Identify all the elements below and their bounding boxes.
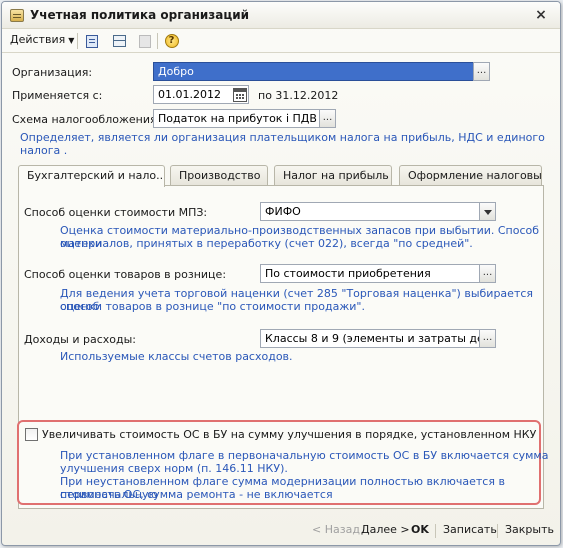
income-expenses-field[interactable]: Классы 8 и 9 (элементы и затраты деятел bbox=[260, 329, 481, 348]
income-expenses-hint: Используемые классы счетов расходов. bbox=[60, 350, 293, 363]
window-title: Учетная политика организаций bbox=[30, 8, 250, 22]
toolbar-divider bbox=[77, 33, 78, 49]
copy-icon bbox=[138, 34, 151, 48]
tab-accounting[interactable]: Бухгалтерский и нало... bbox=[18, 165, 165, 187]
close-icon[interactable]: × bbox=[532, 6, 550, 24]
income-expenses-select-button[interactable]: ... bbox=[479, 329, 496, 348]
date-to-label: по 31.12.2012 bbox=[258, 89, 339, 102]
next-button[interactable]: Далее > bbox=[361, 523, 410, 536]
actions-label: Действия bbox=[10, 33, 66, 46]
help-button[interactable]: ? bbox=[163, 33, 180, 49]
applies-from-label: Применяется с: bbox=[12, 89, 103, 102]
copy-button[interactable] bbox=[136, 33, 153, 49]
calendar-icon[interactable] bbox=[233, 88, 247, 102]
chevron-down-icon: ▼ bbox=[68, 36, 75, 45]
os-hint-line-1: При установленном флаге в первоначальную… bbox=[60, 449, 549, 462]
organization-label: Организация: bbox=[12, 66, 93, 79]
tax-scheme-select-button[interactable]: ... bbox=[319, 109, 336, 128]
table-view-button[interactable] bbox=[111, 33, 128, 49]
tab-tax-documents[interactable]: Оформление налоговы... bbox=[399, 165, 542, 186]
mpz-hint-line-2: материалов, принятых в переработку (счет… bbox=[60, 237, 473, 250]
document-post-icon bbox=[85, 34, 98, 48]
post-document-button[interactable] bbox=[83, 33, 100, 49]
tab-production[interactable]: Производство bbox=[170, 165, 268, 186]
table-icon bbox=[113, 35, 126, 47]
organization-field[interactable]: Добро bbox=[153, 62, 474, 81]
save-button[interactable]: Записать bbox=[443, 523, 497, 536]
footer-divider bbox=[497, 524, 498, 538]
footer-divider bbox=[435, 524, 436, 538]
retail-label: Способ оценки товаров в рознице: bbox=[24, 268, 227, 281]
toolbar: Действия ▼ ? bbox=[2, 29, 560, 53]
tax-scheme-label: Схема налогообложения: bbox=[12, 113, 161, 126]
income-expenses-label: Доходы и расходы: bbox=[24, 333, 137, 346]
close-button[interactable]: Закрыть bbox=[505, 523, 554, 536]
retail-hint-line-2: оценки товаров в рознице "по стоимости п… bbox=[60, 300, 365, 313]
toolbar-divider bbox=[157, 33, 158, 49]
dialog-window: Учетная политика организаций × Действия ▼… bbox=[1, 1, 561, 546]
document-icon bbox=[10, 9, 24, 22]
tax-scheme-hint: Определяет, является ли организация плат… bbox=[20, 131, 545, 157]
tab-bar: Бухгалтерский и нало... Производство Нал… bbox=[18, 165, 544, 187]
help-icon: ? bbox=[164, 34, 179, 48]
os-hint-line-4: стоимость ОС, сумма ремонта - не включае… bbox=[60, 488, 333, 501]
mpz-label: Способ оценки стоимости МПЗ: bbox=[24, 206, 208, 219]
tab-income-tax[interactable]: Налог на прибыль bbox=[274, 165, 392, 186]
os-hint-line-2: улучшения сверх норм (п. 146.11 НКУ). bbox=[60, 462, 288, 475]
ok-button[interactable]: OK bbox=[411, 523, 429, 536]
os-improvement-label[interactable]: Увеличивать стоимость ОС в БУ на сумму у… bbox=[42, 428, 536, 441]
os-improvement-checkbox[interactable] bbox=[25, 428, 38, 441]
retail-select-button[interactable]: ... bbox=[479, 264, 496, 283]
title-bar: Учетная политика организаций × bbox=[2, 2, 560, 29]
actions-menu[interactable]: Действия ▼ bbox=[10, 33, 74, 46]
mpz-select[interactable]: ФИФО bbox=[260, 202, 481, 221]
chevron-down-icon[interactable] bbox=[479, 202, 496, 221]
dialog-footer: < Назад Далее > OK Записать Закрыть bbox=[2, 516, 560, 545]
retail-field[interactable]: По стоимости приобретения bbox=[260, 264, 481, 283]
organization-select-button[interactable]: ... bbox=[473, 62, 490, 81]
tax-scheme-field[interactable]: Податок на прибуток і ПДВ bbox=[153, 109, 320, 128]
back-button[interactable]: < Назад bbox=[312, 523, 360, 536]
